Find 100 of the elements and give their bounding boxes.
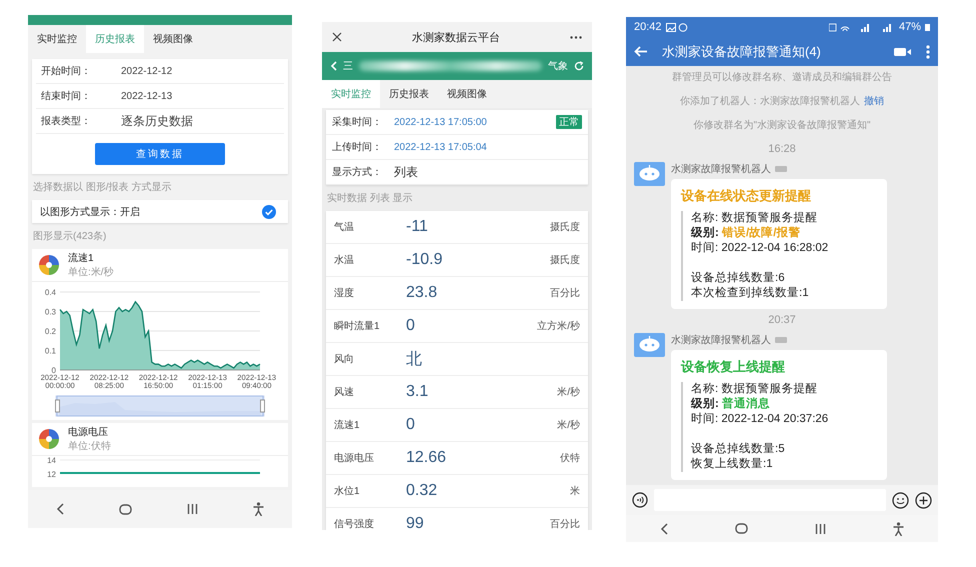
reading-name: 瞬时流量1 (334, 320, 381, 333)
home-icon[interactable] (118, 504, 132, 514)
reading-unit: 立方米/秒 (537, 320, 580, 333)
reading-value: 12.66 (406, 449, 448, 467)
undo-link[interactable]: 撤销 (864, 96, 884, 107)
close-icon[interactable] (332, 32, 342, 42)
field-value: 2022-12-13 17:05:00 (394, 116, 488, 128)
more-icon[interactable] (570, 36, 582, 38)
reading-value: 北 (406, 350, 423, 370)
message-line: 名称: 数据预警服务提醒 (691, 382, 818, 396)
message-time: 20:37 (767, 313, 797, 328)
sender-name: 水测家故障报警机器人 (671, 334, 771, 347)
reading-name: 风速 (334, 386, 355, 399)
refresh-icon[interactable] (574, 61, 584, 71)
recents-icon[interactable] (187, 504, 198, 514)
query-button[interactable]: 查询数据 (95, 143, 225, 165)
y-tick-label: 0 (52, 366, 56, 375)
message-line: 恢复上线数量:1 (691, 457, 774, 472)
y-tick-label: 0.2 (44, 327, 56, 336)
system-message: 群管理员可以修改群名称、邀请成员和编辑群公告 (671, 70, 893, 85)
system-message: 你添加了机器人：水测家故障报警机器人 撤销 (679, 94, 885, 109)
tab[interactable]: 视频图像 (438, 80, 496, 108)
message-line: 时间: 2022-12-04 16:28:02 (691, 241, 830, 256)
reading-unit: 摄氏度 (550, 254, 580, 267)
bot-tag-icon (775, 166, 787, 172)
more-icon[interactable] (926, 44, 930, 58)
message-line: 设备总掉线数量:6 (691, 271, 786, 286)
message-line: 名称: 数据预警服务提醒 (691, 211, 818, 226)
tab[interactable]: 历史报表 (86, 25, 144, 53)
voice-icon[interactable] (632, 492, 648, 508)
tab[interactable]: 视频图像 (144, 25, 202, 53)
accessibility-icon[interactable] (253, 502, 264, 516)
reading-name: 气温 (334, 221, 355, 234)
reading-value: 3.1 (406, 383, 430, 401)
reading-value: -10.9 (406, 251, 444, 269)
field-value: 2022-12-13 17:05:04 (394, 142, 488, 152)
plus-icon[interactable] (915, 492, 932, 508)
field-label: 显示方式： (332, 166, 383, 179)
toggle-row[interactable]: 以图形方式显示：开启 (32, 200, 288, 223)
select-field[interactable]: 逐条历史数据 (121, 112, 193, 130)
home-icon[interactable] (734, 523, 748, 534)
check-icon[interactable] (262, 204, 276, 218)
reading-unit: 百分比 (550, 286, 580, 300)
status-badge: 正常 (556, 115, 582, 129)
message-title: 设备在线状态更新提醒 (681, 187, 812, 205)
message-time: 16:28 (767, 142, 797, 157)
tab[interactable]: 实时监控 (322, 80, 380, 108)
back-icon[interactable] (56, 503, 64, 515)
emoji-icon[interactable] (892, 492, 909, 508)
section-hint: 图形显示(423条) (32, 230, 108, 244)
tab[interactable]: 实时监控 (28, 25, 86, 53)
slider-handle[interactable] (260, 400, 265, 412)
reading-name: 信号强度 (334, 518, 375, 530)
reading-value: -11 (406, 218, 429, 236)
battery-level: 47% (898, 21, 921, 33)
reading-name: 风向 (334, 353, 355, 366)
accessibility-icon[interactable] (893, 522, 904, 536)
reading-value: 23.8 (406, 284, 438, 302)
message-line: 级别: 错误/故障/报警 (691, 226, 802, 241)
reading-unit: 米/秒 (557, 418, 580, 432)
system-message: 你修改群名为"水测家设备故障报警通知" (692, 118, 872, 133)
reading-value: 0 (406, 416, 416, 434)
chart-title: 电源电压 (68, 426, 109, 439)
reading-value: 0.32 (406, 482, 438, 500)
reading-name: 流速1 (334, 418, 361, 432)
slider-handle[interactable] (55, 400, 60, 412)
field-label: 开始时间： (41, 64, 92, 78)
unit-label: 单位:米/秒 (68, 266, 114, 279)
chat-title: 水测家设备故障报警通知(4) (662, 42, 822, 60)
section-hint: 实时数据 列表 显示 (326, 192, 414, 206)
reading-unit: 米/秒 (557, 386, 580, 399)
reading-name: 水温 (334, 254, 355, 267)
bot-tag-icon (775, 337, 787, 343)
toggle-label: 以图形方式显示：开启 (40, 206, 140, 218)
window-title: 水测家数据云平台 (412, 30, 500, 44)
y-tick-label: 0.3 (44, 308, 56, 316)
chart-title: 流速1 (68, 252, 95, 265)
y-tick-label: 0.4 (44, 288, 56, 297)
recents-icon[interactable] (815, 524, 826, 534)
video-call-icon[interactable] (894, 46, 912, 56)
reading-unit: 百分比 (550, 518, 580, 530)
reading-unit: 伏特 (560, 452, 580, 465)
date-field[interactable]: 2022-12-13 (121, 90, 172, 102)
date-field[interactable]: 2022-12-12 (121, 66, 172, 76)
tab[interactable]: 历史报表 (380, 80, 438, 108)
pie-chart-icon (38, 254, 60, 276)
reading-name: 湿度 (334, 286, 355, 300)
reading-value: 99 (406, 515, 425, 530)
field-label: 采集时间： (332, 116, 383, 129)
field-label: 结束时间： (41, 90, 92, 103)
field-label: 上传时间： (332, 140, 383, 154)
header-text: 三 (343, 60, 353, 73)
y-tick-label: 0.1 (44, 346, 56, 356)
back-icon[interactable] (660, 522, 668, 534)
reading-unit: 米 (570, 484, 580, 498)
section-hint: 选择数据以 图形/报表 方式显示 (32, 180, 172, 195)
field-label: 报表类型： (41, 114, 92, 128)
reading-value: 0 (406, 317, 416, 335)
battery-icon (925, 23, 930, 31)
status-time: 20:42 (634, 21, 662, 33)
